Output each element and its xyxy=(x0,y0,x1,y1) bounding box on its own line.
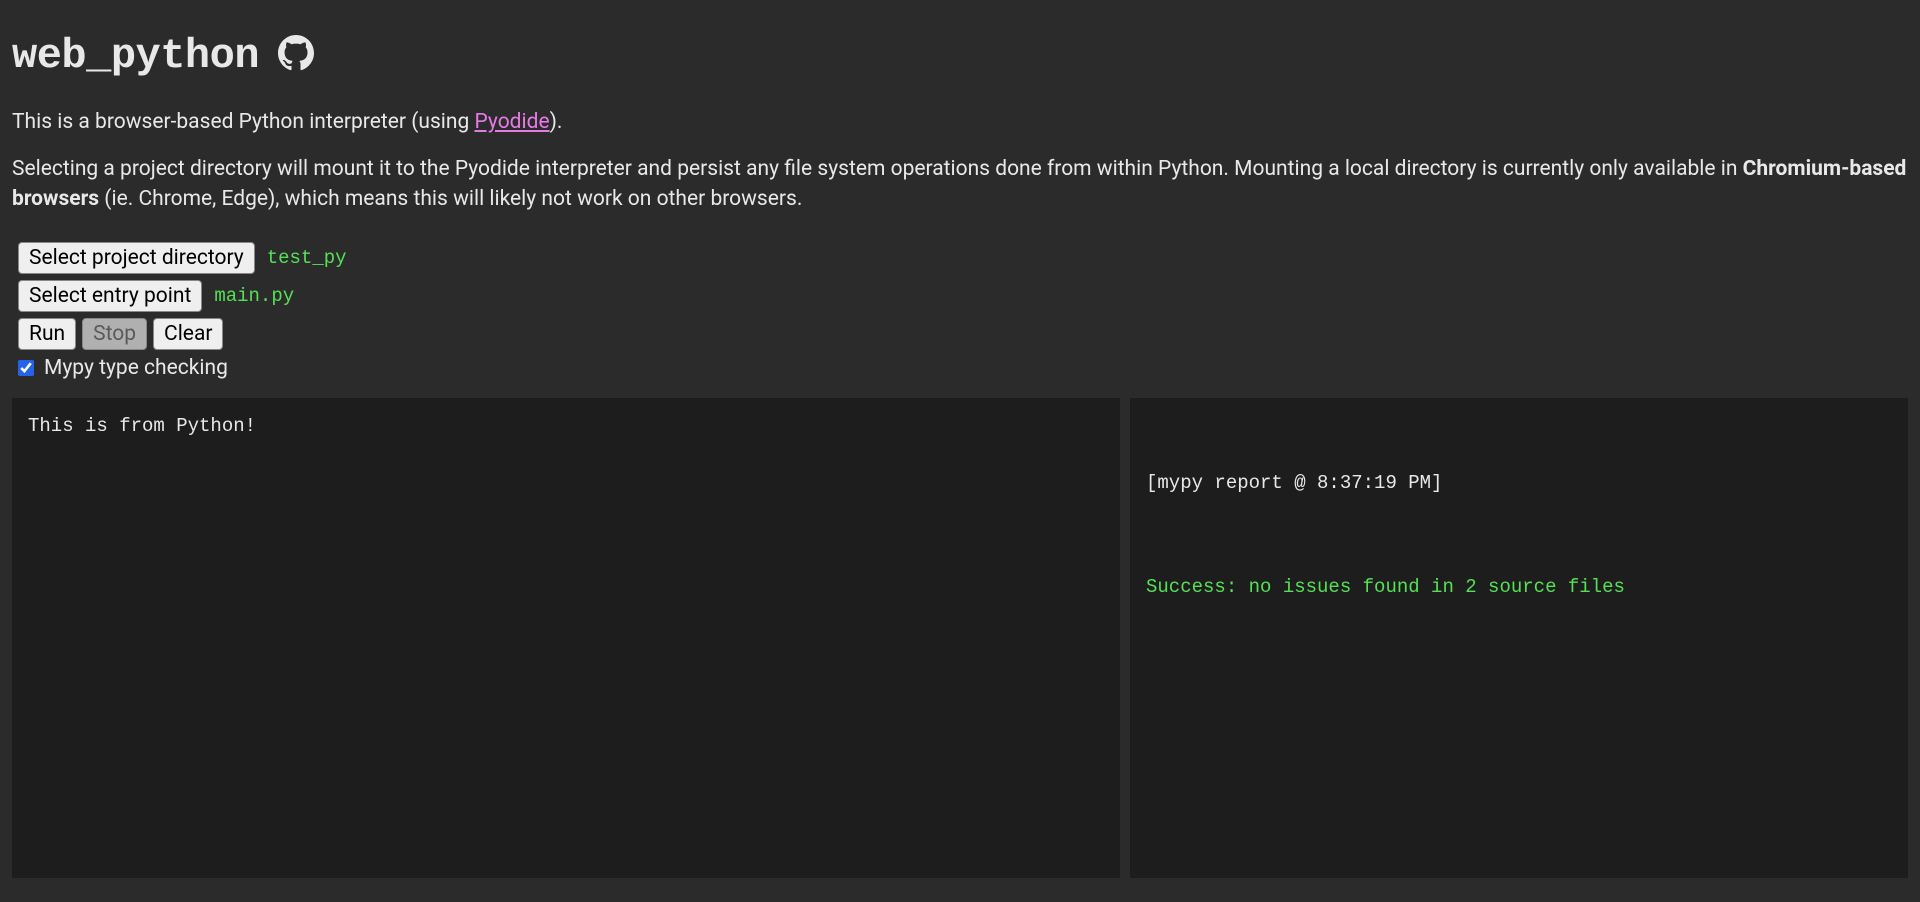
clear-button[interactable]: Clear xyxy=(153,318,223,350)
selected-directory-label: test_py xyxy=(267,247,347,269)
intro-paragraph-1: This is a browser-based Python interpret… xyxy=(12,108,1908,137)
output-panels: This is from Python! [mypy report @ 8:37… xyxy=(12,398,1908,878)
github-link[interactable] xyxy=(277,37,315,75)
selected-entry-label: main.py xyxy=(214,285,294,307)
stdout-text: This is from Python! xyxy=(28,415,256,437)
select-directory-button[interactable]: Select project directory xyxy=(18,242,255,274)
mypy-panel[interactable]: [mypy report @ 8:37:19 PM] Success: no i… xyxy=(1130,398,1908,878)
page-title: web_python xyxy=(12,32,259,80)
directory-row: Select project directory test_py xyxy=(18,242,1902,274)
stdout-panel[interactable]: This is from Python! xyxy=(12,398,1120,878)
mypy-checkbox-label: Mypy type checking xyxy=(44,356,228,380)
mypy-report-header: [mypy report @ 8:37:19 PM] xyxy=(1146,469,1892,498)
mypy-report-result: Success: no issues found in 2 source fil… xyxy=(1146,573,1892,602)
stop-button: Stop xyxy=(82,318,147,350)
intro-paragraph-2: Selecting a project directory will mount… xyxy=(12,155,1908,214)
mypy-checkbox[interactable] xyxy=(18,360,34,376)
controls-section: Select project directory test_py Select … xyxy=(12,232,1908,380)
entry-row: Select entry point main.py xyxy=(18,280,1902,312)
action-row: Run Stop Clear xyxy=(18,318,1902,350)
select-entry-button[interactable]: Select entry point xyxy=(18,280,202,312)
pyodide-link[interactable]: Pyodide xyxy=(475,110,550,134)
mypy-checkbox-row: Mypy type checking xyxy=(18,356,1902,380)
run-button[interactable]: Run xyxy=(18,318,76,350)
page-header: web_python xyxy=(12,32,1908,80)
github-icon xyxy=(278,35,314,77)
